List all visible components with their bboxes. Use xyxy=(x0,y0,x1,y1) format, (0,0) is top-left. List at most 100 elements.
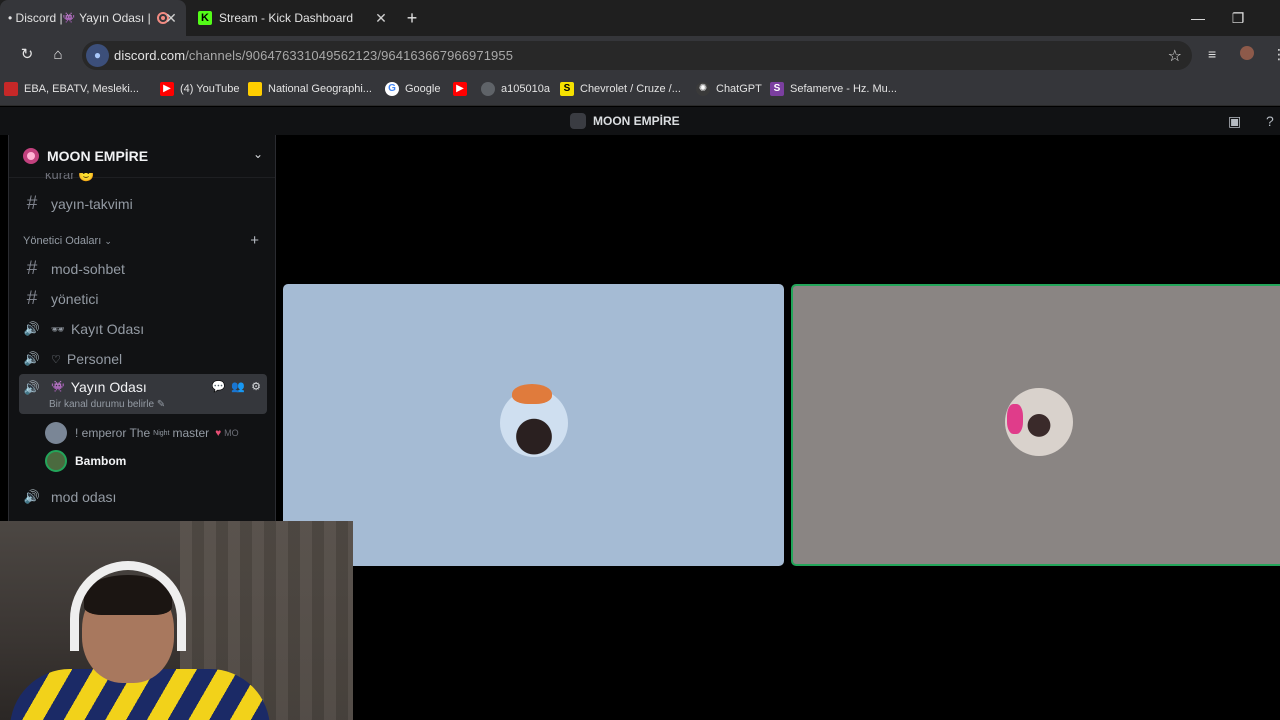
tab-discord-title: • Discord | xyxy=(8,11,63,25)
menu-icon[interactable]: ⋮ xyxy=(1272,46,1280,63)
user-name-sup: Night xyxy=(153,429,170,437)
channel-kayit-odasi[interactable]: 🔊 🕶 Kayıt Odası xyxy=(19,314,267,344)
bookmark-label: Chevrolet / Cruze /... xyxy=(580,83,681,95)
bookmark-youtube-2[interactable]: ▶ xyxy=(453,82,473,96)
channel-status-text: Bir kanal durumu belirle xyxy=(49,399,155,410)
tab-kick[interactable]: K Stream - Kick Dashboard ✕ xyxy=(190,0,396,36)
close-tab-icon[interactable]: ✕ xyxy=(372,9,390,27)
bookmarks-bar: EBA, EBATV, Mesleki... ▶ (4) YouTube Nati… xyxy=(0,74,1280,106)
channel-yayin-takvimi[interactable]: # yayın-takvimi xyxy=(19,189,267,219)
youtube-icon: ▶ xyxy=(160,82,174,96)
heart-icon: ♥ xyxy=(215,427,222,439)
headset-icon xyxy=(70,561,186,651)
invite-icon[interactable]: 👥 xyxy=(231,380,245,393)
channel-actions: 💬 👥 ⚙ xyxy=(212,380,261,393)
avatar xyxy=(45,422,67,444)
url-domain: discord.com xyxy=(114,48,186,63)
server-header[interactable]: MOON EMPİRE ⌄ xyxy=(9,135,275,178)
bookmark-label: EBA, EBATV, Mesleki... xyxy=(24,83,139,95)
channel-label: mod odası xyxy=(51,489,117,505)
channel-yonetici[interactable]: # yönetici xyxy=(19,284,267,314)
kick-icon: K xyxy=(198,11,212,25)
bookmark-label: a105010a xyxy=(501,83,550,95)
restore-icon[interactable]: ❐ xyxy=(1226,8,1250,28)
speaker-icon: 🔊 xyxy=(23,380,41,395)
webcam-overlay xyxy=(0,521,353,720)
speaker-icon: 🔊 xyxy=(23,321,41,336)
hash-icon: # xyxy=(26,193,38,214)
category-label: Yönetici Odaları xyxy=(23,235,102,247)
minimize-icon[interactable]: — xyxy=(1186,8,1210,28)
gear-icon[interactable]: ⚙ xyxy=(251,380,261,393)
speaker-icon: 🔊 xyxy=(23,489,41,504)
sefamerve-icon: S xyxy=(770,82,784,96)
bookmark-eba[interactable]: EBA, EBATV, Mesleki... xyxy=(4,82,139,96)
server-icon xyxy=(23,148,39,164)
avatar-decoration xyxy=(512,384,552,404)
channel-personel[interactable]: 🔊 ♡ Personel xyxy=(19,344,267,374)
window-title: MOON EMPİRE xyxy=(570,113,680,129)
chevron-down-icon: ⌄ xyxy=(104,236,112,246)
home-icon[interactable]: ⌂ xyxy=(48,45,68,65)
voice-stage xyxy=(277,135,1280,720)
eba-icon xyxy=(4,82,18,96)
url-path: /channels/906476331049562123/96416366796… xyxy=(185,48,514,63)
voice-user-emperor[interactable]: ! emperor The Night master ♥ MO xyxy=(45,421,239,445)
channel-label: Yayın Odası xyxy=(70,379,147,395)
bookmark-label: National Geographi... xyxy=(268,83,372,95)
chatgpt-icon: ✺ xyxy=(696,82,710,96)
server-mini-icon xyxy=(570,113,586,129)
channel-mod-sohbet[interactable]: # mod-sohbet xyxy=(19,254,267,284)
window-title-text: MOON EMPİRE xyxy=(593,114,680,128)
avatar-decoration xyxy=(1007,404,1023,434)
voice-user-bambom[interactable]: Bambom xyxy=(45,449,126,473)
channel-label: Personel xyxy=(66,351,123,367)
channel-status[interactable]: Bir kanal durumu belirle ✎ xyxy=(49,399,165,410)
bookmark-sefamerve[interactable]: S Sefamerve - Hz. Mu... xyxy=(770,82,897,96)
sahibinden-icon: S xyxy=(560,82,574,96)
bookmark-chatgpt[interactable]: ✺ ChatGPT xyxy=(696,82,762,96)
category-yonetici-odalari[interactable]: Yönetici Odaları ⌄ xyxy=(23,235,112,247)
close-tab-icon[interactable]: ✕ xyxy=(162,9,180,27)
user-tag: MO xyxy=(224,428,239,438)
channel-yayin-odasi[interactable]: 🔊 👾 Yayın Odası Bir kanal durumu belirle… xyxy=(19,374,267,414)
bookmark-a105010a[interactable]: a105010a xyxy=(481,82,550,96)
channel-label: yayın-takvimi xyxy=(51,196,133,212)
user-name-pre: ! emperor The xyxy=(75,426,151,440)
channel-mod-odasi[interactable]: 🔊 mod odası xyxy=(19,482,267,512)
google-icon: G xyxy=(385,82,399,96)
chat-icon[interactable]: 💬 xyxy=(212,380,226,393)
avatar xyxy=(45,450,67,472)
channel-label: yönetici xyxy=(51,291,99,307)
pencil-icon: ✎ xyxy=(156,399,166,410)
profile-avatar[interactable] xyxy=(1240,46,1254,60)
help-icon[interactable]: ? xyxy=(1266,113,1274,129)
participant-tile-emperor[interactable] xyxy=(283,284,784,566)
hash-icon: # xyxy=(26,288,38,309)
channel-label: mod-sohbet xyxy=(51,261,125,277)
media-control-icon[interactable]: ≡ xyxy=(1208,46,1216,62)
inbox-icon[interactable]: ▣ xyxy=(1228,113,1241,130)
tab-discord-emoji: 👾 xyxy=(62,12,76,24)
microphone-icon[interactable]: ● xyxy=(86,44,109,67)
browser-tab-strip: • Discord | 👾 Yayın Odası | ✕ K Stream -… xyxy=(0,0,1280,36)
participant-tile-bambom[interactable] xyxy=(791,284,1280,566)
url-text[interactable]: discord.com/channels/906476331049562123/… xyxy=(114,48,513,63)
bookmark-label: ChatGPT xyxy=(716,83,762,95)
add-channel-icon[interactable]: + xyxy=(250,232,259,249)
tab-discord[interactable]: • Discord | 👾 Yayın Odası | ✕ xyxy=(0,0,186,36)
natgeo-icon xyxy=(248,82,262,96)
channel-emoji: 🕶 xyxy=(51,323,65,336)
bookmark-google[interactable]: G Google xyxy=(385,82,440,96)
globe-icon xyxy=(481,82,495,96)
new-tab-button[interactable]: + xyxy=(402,8,422,28)
chevron-down-icon[interactable]: ⌄ xyxy=(253,147,263,161)
speaker-icon: 🔊 xyxy=(23,351,41,366)
bookmark-star-icon[interactable]: ☆ xyxy=(1168,46,1182,66)
bookmark-natgeo[interactable]: National Geographi... xyxy=(248,82,372,96)
reload-icon[interactable]: ↻ xyxy=(17,45,37,65)
address-bar[interactable]: ● discord.com/channels/90647633104956212… xyxy=(82,41,1192,70)
bookmark-chevrolet[interactable]: S Chevrolet / Cruze /... xyxy=(560,82,681,96)
discord-title-bar: MOON EMPİRE ▣ ? xyxy=(0,107,1280,135)
bookmark-youtube[interactable]: ▶ (4) YouTube xyxy=(160,82,240,96)
